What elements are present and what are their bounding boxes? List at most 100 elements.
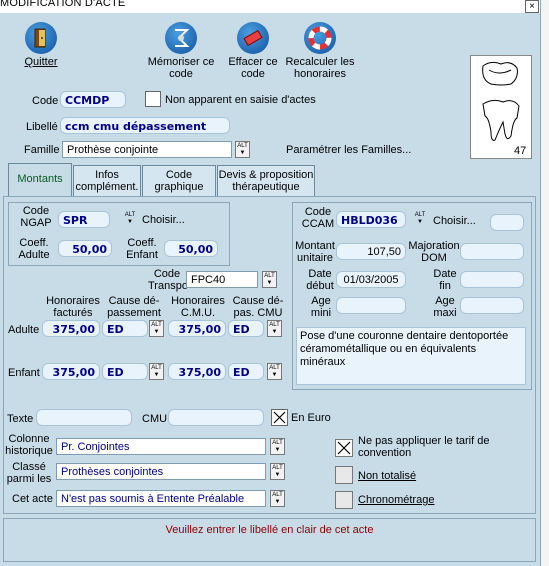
header-cause-cmu: Cause dé-pas. CMU	[232, 295, 284, 319]
libelle-input[interactable]: ccm cmu dépassement	[60, 117, 230, 134]
colonne-label: Colonne historique	[5, 433, 53, 457]
non-totalise-toggle[interactable]	[335, 466, 353, 484]
close-button[interactable]: ×	[525, 0, 539, 13]
door-icon	[25, 22, 57, 54]
colonne-select[interactable]: Pr. Conjointes	[56, 438, 266, 455]
header-hon-cmu: Honoraires C.M.U.	[171, 295, 225, 319]
chrono-toggle[interactable]	[335, 491, 353, 509]
status-message: Veuillez entrer le libellé en clair de c…	[165, 524, 374, 536]
no-tarif-label: Ne pas appliquer le tarif de convention	[358, 435, 490, 459]
en-euro-checkbox[interactable]	[271, 409, 288, 426]
alt-text: ALT	[269, 365, 280, 371]
erase-button[interactable]: Effacer ce code	[222, 22, 284, 80]
window-title: MODIFICATION D'ACTE	[0, 0, 126, 9]
transpo-select[interactable]: FPC40	[186, 271, 258, 288]
tab-devis[interactable]: Devis & proposition thérapeutique	[217, 165, 315, 197]
famille-alt-button[interactable]: ALT ▼	[235, 141, 250, 158]
code-ccam-input[interactable]: HBLD036	[336, 211, 406, 228]
param-familles-link[interactable]: Paramétrer les Familles...	[286, 144, 411, 156]
enfant-cause-alt-button[interactable]: ALT ▼	[149, 363, 164, 380]
classe-alt-button[interactable]: ALT ▼	[270, 463, 285, 480]
adulte-cause-input[interactable]: ED	[102, 320, 148, 337]
classe-select[interactable]: Prothèses conjointes	[56, 463, 266, 480]
chrono-label: Chronométrage	[358, 494, 435, 506]
majoration-input[interactable]	[460, 243, 524, 260]
cet-acte-select[interactable]: N'est pas soumis à Entente Préalable	[56, 490, 266, 507]
title-bar: MODIFICATION D'ACTE ×	[0, 0, 540, 13]
alt-text: ALT	[124, 212, 136, 218]
coeff-adulte-label: Coeff. Adulte	[18, 237, 50, 261]
transpo-label: Code Transpo	[148, 268, 188, 292]
modification-window: MODIFICATION D'ACTE × Quitter Mémoriser …	[0, 0, 541, 566]
enfant-cause-cmu-input[interactable]: ED	[228, 363, 264, 380]
tooth-preview: 47	[470, 55, 532, 159]
tooth-icon	[482, 61, 520, 141]
age-maxi-label: Age maxi	[433, 295, 457, 319]
apparent-checkbox[interactable]	[145, 91, 161, 107]
montant-unitaire-input[interactable]: 107,50	[336, 243, 406, 260]
date-debut-input[interactable]: 01/03/2005	[336, 271, 406, 288]
ngap-choose-link[interactable]: Choisir...	[142, 214, 185, 226]
famille-select[interactable]: Prothèse conjointe	[62, 141, 232, 158]
enfant-cause-cmu-alt-button[interactable]: ALT ▼	[267, 363, 282, 380]
texte-input[interactable]	[36, 409, 132, 426]
code-input[interactable]: CCMDP	[60, 91, 126, 108]
coeff-enfant-label: Coeff. Enfant	[126, 237, 158, 261]
coeff-enfant-input[interactable]: 50,00	[164, 240, 218, 257]
lifebuoy-icon	[304, 22, 336, 54]
date-fin-label: Date fin	[433, 268, 457, 292]
memorize-icon	[165, 22, 197, 54]
recalc-button[interactable]: Recalculer les honoraires	[284, 22, 356, 80]
adulte-cmu-input[interactable]: 375,00	[168, 320, 226, 337]
coeff-adulte-input[interactable]: 50,00	[58, 240, 112, 257]
ccam-description[interactable]: Pose d'une couronne dentaire dentoportée…	[296, 327, 526, 385]
memorize-button[interactable]: Mémoriser ce code	[146, 22, 216, 80]
header-cause-depassement: Cause dé-passement	[107, 295, 161, 319]
ccam-alt-icon[interactable]: ALT ▼	[414, 212, 426, 226]
enfant-cmu-input[interactable]: 375,00	[168, 363, 226, 380]
code-label: Code	[32, 95, 59, 107]
adulte-cause-cmu-alt-button[interactable]: ALT ▼	[267, 320, 282, 337]
enfant-cause-input[interactable]: ED	[102, 363, 148, 380]
alt-text: ALT	[264, 273, 275, 279]
cet-acte-label: Cet acte	[12, 493, 53, 505]
tooth-number: 47	[514, 145, 527, 157]
check-x-icon	[273, 411, 286, 424]
adulte-cause-alt-button[interactable]: ALT ▼	[149, 320, 164, 337]
tab-infos[interactable]: Infos complément.	[73, 165, 141, 197]
non-totalise-label: Non totalisé	[358, 470, 417, 482]
colonne-alt-button[interactable]: ALT ▼	[270, 438, 285, 455]
tab-montants[interactable]: Montants	[8, 163, 72, 197]
memorize-label: Mémoriser ce code	[147, 56, 215, 80]
alt-text: ALT	[269, 322, 280, 328]
header-hon-facture: Honoraires facturés	[46, 295, 100, 319]
ccam-choose-field[interactable]	[490, 214, 524, 231]
classe-label: Classé parmi les	[6, 461, 52, 485]
date-fin-input[interactable]	[460, 271, 524, 288]
cmu-input[interactable]	[168, 409, 264, 426]
ngap-alt-icon[interactable]: ALT ▼	[124, 212, 136, 226]
eraser-icon	[237, 22, 269, 54]
code-ngap-label: Code NGAP	[20, 205, 52, 229]
erase-label: Effacer ce code	[228, 56, 278, 80]
alt-text: ALT	[272, 492, 283, 498]
alt-text: ALT	[237, 143, 248, 149]
adulte-honoraires-input[interactable]: 375,00	[42, 320, 100, 337]
ccam-choose-link[interactable]: Choisir...	[433, 215, 476, 227]
alt-text: ALT	[272, 465, 283, 471]
age-mini-input[interactable]	[336, 297, 406, 314]
age-maxi-input[interactable]	[460, 297, 524, 314]
background-strip	[541, 0, 549, 566]
no-tarif-checkbox[interactable]	[335, 439, 353, 457]
alt-text: ALT	[151, 365, 162, 371]
adulte-cause-cmu-input[interactable]: ED	[228, 320, 264, 337]
quit-button[interactable]: Quitter	[18, 22, 64, 68]
apparent-label: Non apparent en saisie d'actes	[165, 94, 316, 106]
adulte-label: Adulte	[8, 324, 40, 336]
code-ngap-input[interactable]: SPR	[58, 211, 110, 228]
tab-code-graphique[interactable]: Code graphique	[142, 165, 216, 197]
alt-text: ALT	[272, 440, 283, 446]
transpo-alt-button[interactable]: ALT ▼	[262, 271, 277, 288]
cet-acte-alt-button[interactable]: ALT ▼	[270, 490, 285, 507]
enfant-honoraires-input[interactable]: 375,00	[42, 363, 100, 380]
